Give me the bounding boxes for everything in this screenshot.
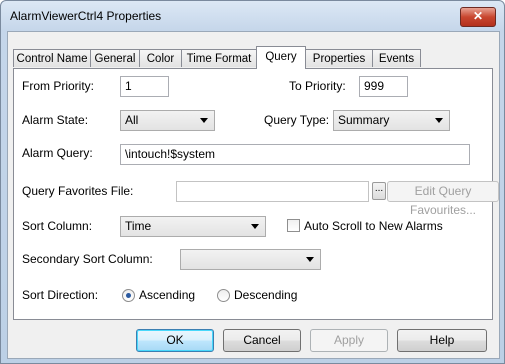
close-button[interactable]: ✕: [460, 7, 496, 27]
alarm-state-label: Alarm State:: [22, 113, 89, 127]
from-priority-label: From Priority:: [22, 79, 94, 93]
query-type-label: Query Type:: [264, 113, 330, 127]
properties-dialog: AlarmViewerCtrl4 Properties ✕ Control Na…: [0, 0, 505, 364]
chevron-down-icon: [435, 118, 443, 123]
chevron-down-icon: [200, 118, 208, 123]
close-icon: ✕: [472, 9, 484, 23]
alarm-state-select[interactable]: All: [120, 110, 215, 131]
sort-column-select[interactable]: Time: [120, 216, 266, 237]
ascending-label[interactable]: Ascending: [139, 288, 195, 302]
ok-button[interactable]: OK: [136, 329, 214, 352]
tab-time-format[interactable]: Time Format: [181, 49, 257, 67]
descending-radio[interactable]: [217, 289, 230, 302]
query-tab-panel: From Priority: 1 To Priority: 999 Alarm …: [13, 68, 499, 320]
tab-general[interactable]: General: [90, 49, 140, 67]
edit-query-favourites-button[interactable]: Edit Query Favourites...: [387, 181, 499, 217]
auto-scroll-label[interactable]: Auto Scroll to New Alarms: [304, 219, 443, 233]
favorites-file-label: Query Favorites File:: [22, 184, 134, 198]
tab-color[interactable]: Color: [139, 49, 182, 67]
from-priority-field[interactable]: 1: [120, 76, 169, 97]
query-type-select[interactable]: Summary: [333, 110, 450, 131]
alarm-query-label: Alarm Query:: [22, 146, 93, 160]
auto-scroll-checkbox[interactable]: [287, 219, 300, 232]
descending-label[interactable]: Descending: [234, 288, 297, 302]
apply-button[interactable]: Apply: [310, 329, 388, 352]
cancel-button[interactable]: Cancel: [223, 329, 301, 352]
sort-column-label: Sort Column:: [22, 219, 93, 233]
tab-properties[interactable]: Properties: [305, 49, 373, 67]
tab-events[interactable]: Events: [372, 49, 421, 67]
chevron-down-icon: [306, 257, 314, 262]
dialog-client-area: Control Name General Color Time Format Q…: [7, 31, 500, 359]
chevron-down-icon: [251, 224, 259, 229]
window-title: AlarmViewerCtrl4 Properties: [10, 9, 162, 23]
to-priority-label: To Priority:: [289, 79, 346, 93]
browse-favorites-button[interactable]: ...: [372, 182, 386, 200]
radio-selected-dot: [126, 293, 131, 298]
tab-control-name[interactable]: Control Name: [13, 49, 91, 67]
help-button[interactable]: Help: [397, 329, 487, 352]
to-priority-field[interactable]: 999: [359, 76, 408, 97]
alarm-state-value: All: [125, 113, 139, 127]
tab-query[interactable]: Query: [256, 46, 306, 69]
sort-direction-label: Sort Direction:: [22, 288, 99, 302]
ascending-radio[interactable]: [122, 289, 135, 302]
secondary-sort-select[interactable]: [180, 249, 321, 270]
query-type-value: Summary: [338, 113, 390, 127]
title-bar: AlarmViewerCtrl4 Properties ✕: [1, 1, 504, 31]
secondary-sort-label: Secondary Sort Column:: [22, 252, 153, 266]
favorites-file-field[interactable]: [176, 181, 369, 202]
alarm-query-field[interactable]: \intouch!$system: [120, 144, 470, 165]
sort-column-value: Time: [125, 219, 152, 233]
